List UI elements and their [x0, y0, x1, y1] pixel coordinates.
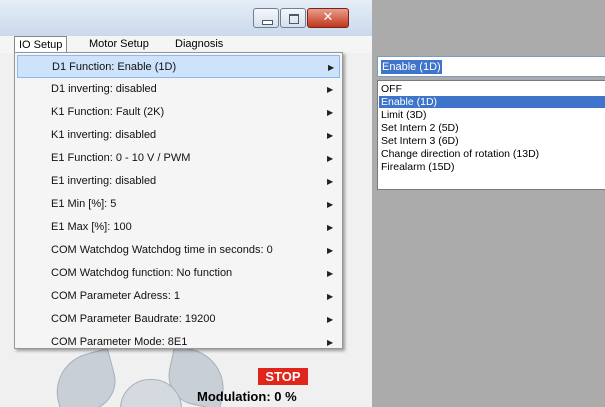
combobox-value: Enable (1D)	[381, 60, 442, 74]
dropdown-option-label: Limit (3D)	[381, 109, 427, 121]
triangle-right-icon: ▶	[327, 131, 334, 140]
submenu-item-label: E1 Max [%]: 100	[51, 221, 132, 233]
submenu-item-k1-function[interactable]: K1 Function: Fault (2K) ▶	[17, 101, 340, 124]
submenu-item-label: COM Parameter Mode: 8E1	[51, 336, 188, 348]
triangle-right-icon: ▶	[327, 315, 334, 324]
submenu-item-label: D1 inverting: disabled	[51, 83, 157, 95]
io-setup-submenu: D1 Function: Enable (1D) ▶ D1 inverting:…	[14, 52, 343, 349]
dropdown-option-label: OFF	[381, 83, 402, 95]
modulation-readout: Modulation: 0 %	[197, 389, 297, 404]
stop-status-badge[interactable]: STOP	[258, 368, 308, 385]
maximize-button[interactable]	[280, 8, 306, 28]
dropdown-option-label: Firealarm (15D)	[381, 161, 455, 173]
dropdown-option-label: Set Intern 3 (6D)	[381, 135, 459, 147]
submenu-item-label: D1 Function: Enable (1D)	[52, 61, 177, 73]
triangle-right-icon: ▶	[327, 200, 334, 209]
triangle-right-icon: ▶	[327, 177, 334, 186]
submenu-item-com-address[interactable]: COM Parameter Adress: 1 ▶	[17, 285, 340, 308]
dropdown-option-off[interactable]: OFF	[379, 83, 605, 95]
submenu-item-label: K1 inverting: disabled	[51, 129, 157, 141]
dropdown-option-label: Enable (1D)	[381, 96, 438, 108]
menu-motor-setup[interactable]: Motor Setup	[85, 36, 153, 53]
submenu-item-label: E1 inverting: disabled	[51, 175, 157, 187]
d1-function-combobox[interactable]: Enable (1D)	[377, 56, 605, 77]
submenu-item-e1-function[interactable]: E1 Function: 0 - 10 V / PWM ▶	[17, 147, 340, 170]
dropdown-option-enable[interactable]: Enable (1D)	[379, 96, 605, 108]
dropdown-option-set-intern-3[interactable]: Set Intern 3 (6D)	[379, 135, 605, 147]
submenu-item-e1-max[interactable]: E1 Max [%]: 100 ▶	[17, 216, 340, 239]
submenu-item-com-watchdog-function[interactable]: COM Watchdog function: No function ▶	[17, 262, 340, 285]
triangle-right-icon: ▶	[327, 223, 334, 232]
triangle-right-icon: ▶	[327, 85, 334, 94]
submenu-item-d1-inverting[interactable]: D1 inverting: disabled ▶	[17, 78, 340, 101]
submenu-item-e1-inverting[interactable]: E1 inverting: disabled ▶	[17, 170, 340, 193]
triangle-right-icon: ▶	[327, 154, 334, 163]
dropdown-option-firealarm[interactable]: Firealarm (15D)	[379, 161, 605, 173]
fan-blade	[47, 347, 123, 407]
submenu-item-label: E1 Function: 0 - 10 V / PWM	[51, 152, 191, 164]
dropdown-option-change-direction[interactable]: Change direction of rotation (13D)	[379, 148, 605, 160]
dropdown-option-limit[interactable]: Limit (3D)	[379, 109, 605, 121]
minimize-button[interactable]	[253, 8, 279, 28]
submenu-item-label: COM Watchdog function: No function	[51, 267, 233, 279]
submenu-item-com-watchdog-time[interactable]: COM Watchdog Watchdog time in seconds: 0…	[17, 239, 340, 262]
triangle-right-icon: ▶	[327, 108, 334, 117]
submenu-item-com-baudrate[interactable]: COM Parameter Baudrate: 19200 ▶	[17, 308, 340, 331]
title-bar: ✕	[0, 0, 372, 37]
submenu-item-label: COM Parameter Adress: 1	[51, 290, 180, 302]
triangle-right-icon: ▶	[327, 246, 334, 255]
submenu-item-label: K1 Function: Fault (2K)	[51, 106, 165, 118]
maximize-icon	[289, 14, 299, 24]
close-icon: ✕	[322, 10, 334, 25]
submenu-item-k1-inverting[interactable]: K1 inverting: disabled ▶	[17, 124, 340, 147]
triangle-right-icon: ▶	[327, 338, 334, 347]
menu-diagnosis[interactable]: Diagnosis	[171, 36, 227, 53]
minimize-icon	[262, 20, 273, 25]
d1-function-dropdown-list: OFF Enable (1D) Limit (3D) Set Intern 2 …	[377, 80, 605, 190]
close-button[interactable]: ✕	[307, 8, 349, 28]
submenu-item-label: COM Parameter Baudrate: 19200	[51, 313, 216, 325]
submenu-item-label: COM Watchdog Watchdog time in seconds: 0	[51, 244, 273, 256]
submenu-item-com-mode[interactable]: COM Parameter Mode: 8E1 ▶	[17, 331, 340, 354]
menu-bar: IO Setup Motor Setup Diagnosis	[0, 36, 372, 55]
triangle-right-icon: ▶	[328, 63, 335, 72]
dropdown-option-set-intern-2[interactable]: Set Intern 2 (5D)	[379, 122, 605, 134]
dropdown-option-label: Set Intern 2 (5D)	[381, 122, 459, 134]
submenu-item-e1-min[interactable]: E1 Min [%]: 5 ▶	[17, 193, 340, 216]
triangle-right-icon: ▶	[327, 269, 334, 278]
triangle-right-icon: ▶	[327, 292, 334, 301]
submenu-item-label: E1 Min [%]: 5	[51, 198, 117, 210]
dropdown-option-label: Change direction of rotation (13D)	[381, 148, 540, 160]
submenu-item-d1-function[interactable]: D1 Function: Enable (1D) ▶	[17, 55, 340, 78]
